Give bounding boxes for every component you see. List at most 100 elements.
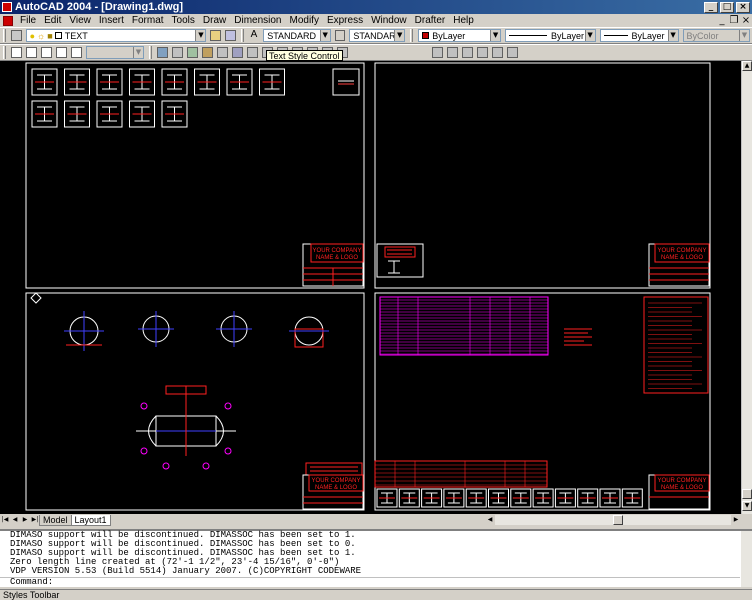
linetype-value: ByLayer (551, 30, 585, 41)
color-value: ByLayer (432, 30, 466, 41)
next-tab-button[interactable]: ▶ (20, 515, 30, 525)
vdp-tool-icon[interactable] (157, 47, 168, 58)
lineweight-dropdown[interactable]: ByLayer ▼ (599, 29, 679, 42)
toolbar-grip[interactable] (410, 29, 414, 42)
viewport-clip-icon[interactable] (71, 47, 82, 58)
chevron-down-icon[interactable]: ▼ (667, 30, 678, 41)
horizontal-scrollbar[interactable]: ◀ ▶ (485, 515, 741, 525)
design-data-block (643, 296, 709, 394)
scroll-thumb[interactable] (742, 489, 752, 499)
menu-file[interactable]: File (16, 15, 40, 26)
toolbar-grip[interactable] (240, 29, 244, 42)
menu-draw[interactable]: Draw (199, 15, 230, 26)
prev-tab-button[interactable]: ◀ (10, 515, 20, 525)
linetype-dropdown[interactable]: ByLayer ▼ (505, 29, 596, 42)
close-button[interactable]: × (736, 1, 750, 13)
section-detail-icon (488, 488, 509, 508)
section-detail-icon (376, 488, 398, 508)
vdp-tool-icon[interactable] (477, 47, 488, 58)
lock-icon: ■ (47, 30, 53, 41)
doc-minimize-button[interactable]: _ (716, 15, 728, 26)
scroll-up-button[interactable]: ▲ (742, 61, 752, 71)
command-input[interactable]: Command: (0, 577, 740, 587)
first-tab-button[interactable]: |◀ (0, 515, 10, 525)
steel-section-icon (226, 68, 253, 96)
menu-edit[interactable]: Edit (40, 15, 65, 26)
plot-style-dropdown[interactable]: ByColor ▼ (682, 29, 750, 42)
scroll-down-button[interactable]: ▼ (742, 501, 752, 511)
menu-view[interactable]: View (65, 15, 95, 26)
vertical-scrollbar[interactable]: ▲ ▼ (741, 61, 752, 514)
vdp-tool-icon[interactable] (507, 47, 518, 58)
maximize-button[interactable]: □ (720, 1, 734, 13)
autocad-app-icon[interactable] (2, 2, 12, 12)
menu-drafter[interactable]: Drafter (411, 15, 450, 26)
viewport-object-icon[interactable] (56, 47, 67, 58)
viewport-single-icon[interactable] (11, 47, 22, 58)
vdp-tool-icon[interactable] (247, 47, 258, 58)
chevron-down-icon[interactable]: ▼ (490, 30, 501, 41)
menu-insert[interactable]: Insert (95, 15, 128, 26)
vdp-tool-icon[interactable] (432, 47, 443, 58)
chevron-down-icon[interactable]: ▼ (394, 30, 405, 41)
vdp-tool-icon[interactable] (172, 47, 183, 58)
toolbar-grip[interactable] (3, 29, 6, 42)
scroll-right-button[interactable]: ▶ (731, 515, 741, 525)
menu-window[interactable]: Window (367, 15, 411, 26)
dim-style-dropdown[interactable]: STANDARD ▼ (349, 29, 406, 42)
doc-close-button[interactable]: × (740, 15, 752, 26)
notes-block (564, 328, 592, 346)
viewport-bottom-right: YOUR COMPANY NAME & LOGO (374, 292, 711, 511)
lightbulb-icon: ● (29, 30, 36, 41)
tab-model[interactable]: Model (39, 514, 72, 526)
minimize-button[interactable]: _ (704, 1, 718, 13)
drawing-canvas[interactable]: YOUR COMPANY NAME & LOGO YOUR COMPANY NA… (0, 61, 741, 514)
viewport-dialog-icon[interactable] (26, 47, 37, 58)
chevron-down-icon[interactable]: ▼ (195, 30, 206, 41)
color-dropdown[interactable]: ByLayer ▼ (418, 29, 502, 42)
menu-express[interactable]: Express (323, 15, 367, 26)
viewport-scale-dropdown[interactable]: ▼ (86, 46, 144, 59)
lineweight-sample (603, 35, 628, 36)
make-current-layer-icon[interactable] (210, 30, 222, 41)
steel-section-icon (161, 100, 188, 128)
menu-tools[interactable]: Tools (168, 15, 199, 26)
viewport-top-left: YOUR COMPANY NAME & LOGO (25, 62, 365, 289)
vdp-tool-icon[interactable] (217, 47, 228, 58)
title-block: YOUR COMPANY NAME & LOGO (648, 474, 710, 510)
steel-section-icon (259, 68, 285, 96)
vdp-tool-icon[interactable] (492, 47, 503, 58)
vdp-tool-icon[interactable] (462, 47, 473, 58)
menu-help[interactable]: Help (449, 15, 478, 26)
viewport-polygon-icon[interactable] (41, 47, 52, 58)
toolbar-grip[interactable] (149, 46, 152, 59)
chevron-down-icon[interactable]: ▼ (133, 47, 143, 58)
toolbar-grip[interactable] (3, 46, 6, 59)
vdp-tool-icon[interactable] (187, 47, 198, 58)
scroll-left-button[interactable]: ◀ (485, 515, 495, 525)
document-icon[interactable] (3, 15, 13, 26)
vdp-tool-icon[interactable] (447, 47, 458, 58)
scroll-thumb[interactable] (613, 515, 623, 525)
vdp-tool-icon[interactable] (202, 47, 213, 58)
tab-layout1[interactable]: Layout1 (70, 514, 111, 526)
doc-restore-button[interactable]: ❐ (728, 15, 740, 26)
title-block: YOUR COMPANY NAME & LOGO (302, 243, 364, 287)
text-style-dropdown[interactable]: STANDARD ▼ (263, 29, 331, 42)
chevron-down-icon[interactable]: ▼ (738, 30, 749, 41)
layer-dropdown[interactable]: ● ☼ ■ TEXT ▼ (25, 29, 207, 42)
dim-style-icon[interactable] (334, 30, 346, 41)
chevron-down-icon[interactable]: ▼ (319, 30, 330, 41)
menu-dimension[interactable]: Dimension (230, 15, 285, 26)
vdp-tool-icon[interactable] (232, 47, 243, 58)
section-detail-icon (398, 488, 420, 508)
menu-format[interactable]: Format (128, 15, 168, 26)
text-style-icon[interactable]: A (248, 30, 260, 41)
draw-toolbar: ▼ (0, 44, 752, 61)
section-detail-icon (599, 488, 621, 508)
menu-modify[interactable]: Modify (286, 15, 323, 26)
layer-previous-icon[interactable] (225, 30, 236, 41)
chevron-down-icon[interactable]: ▼ (584, 30, 595, 41)
layer-manager-icon[interactable] (10, 30, 22, 41)
command-scrollbar[interactable] (741, 531, 752, 587)
